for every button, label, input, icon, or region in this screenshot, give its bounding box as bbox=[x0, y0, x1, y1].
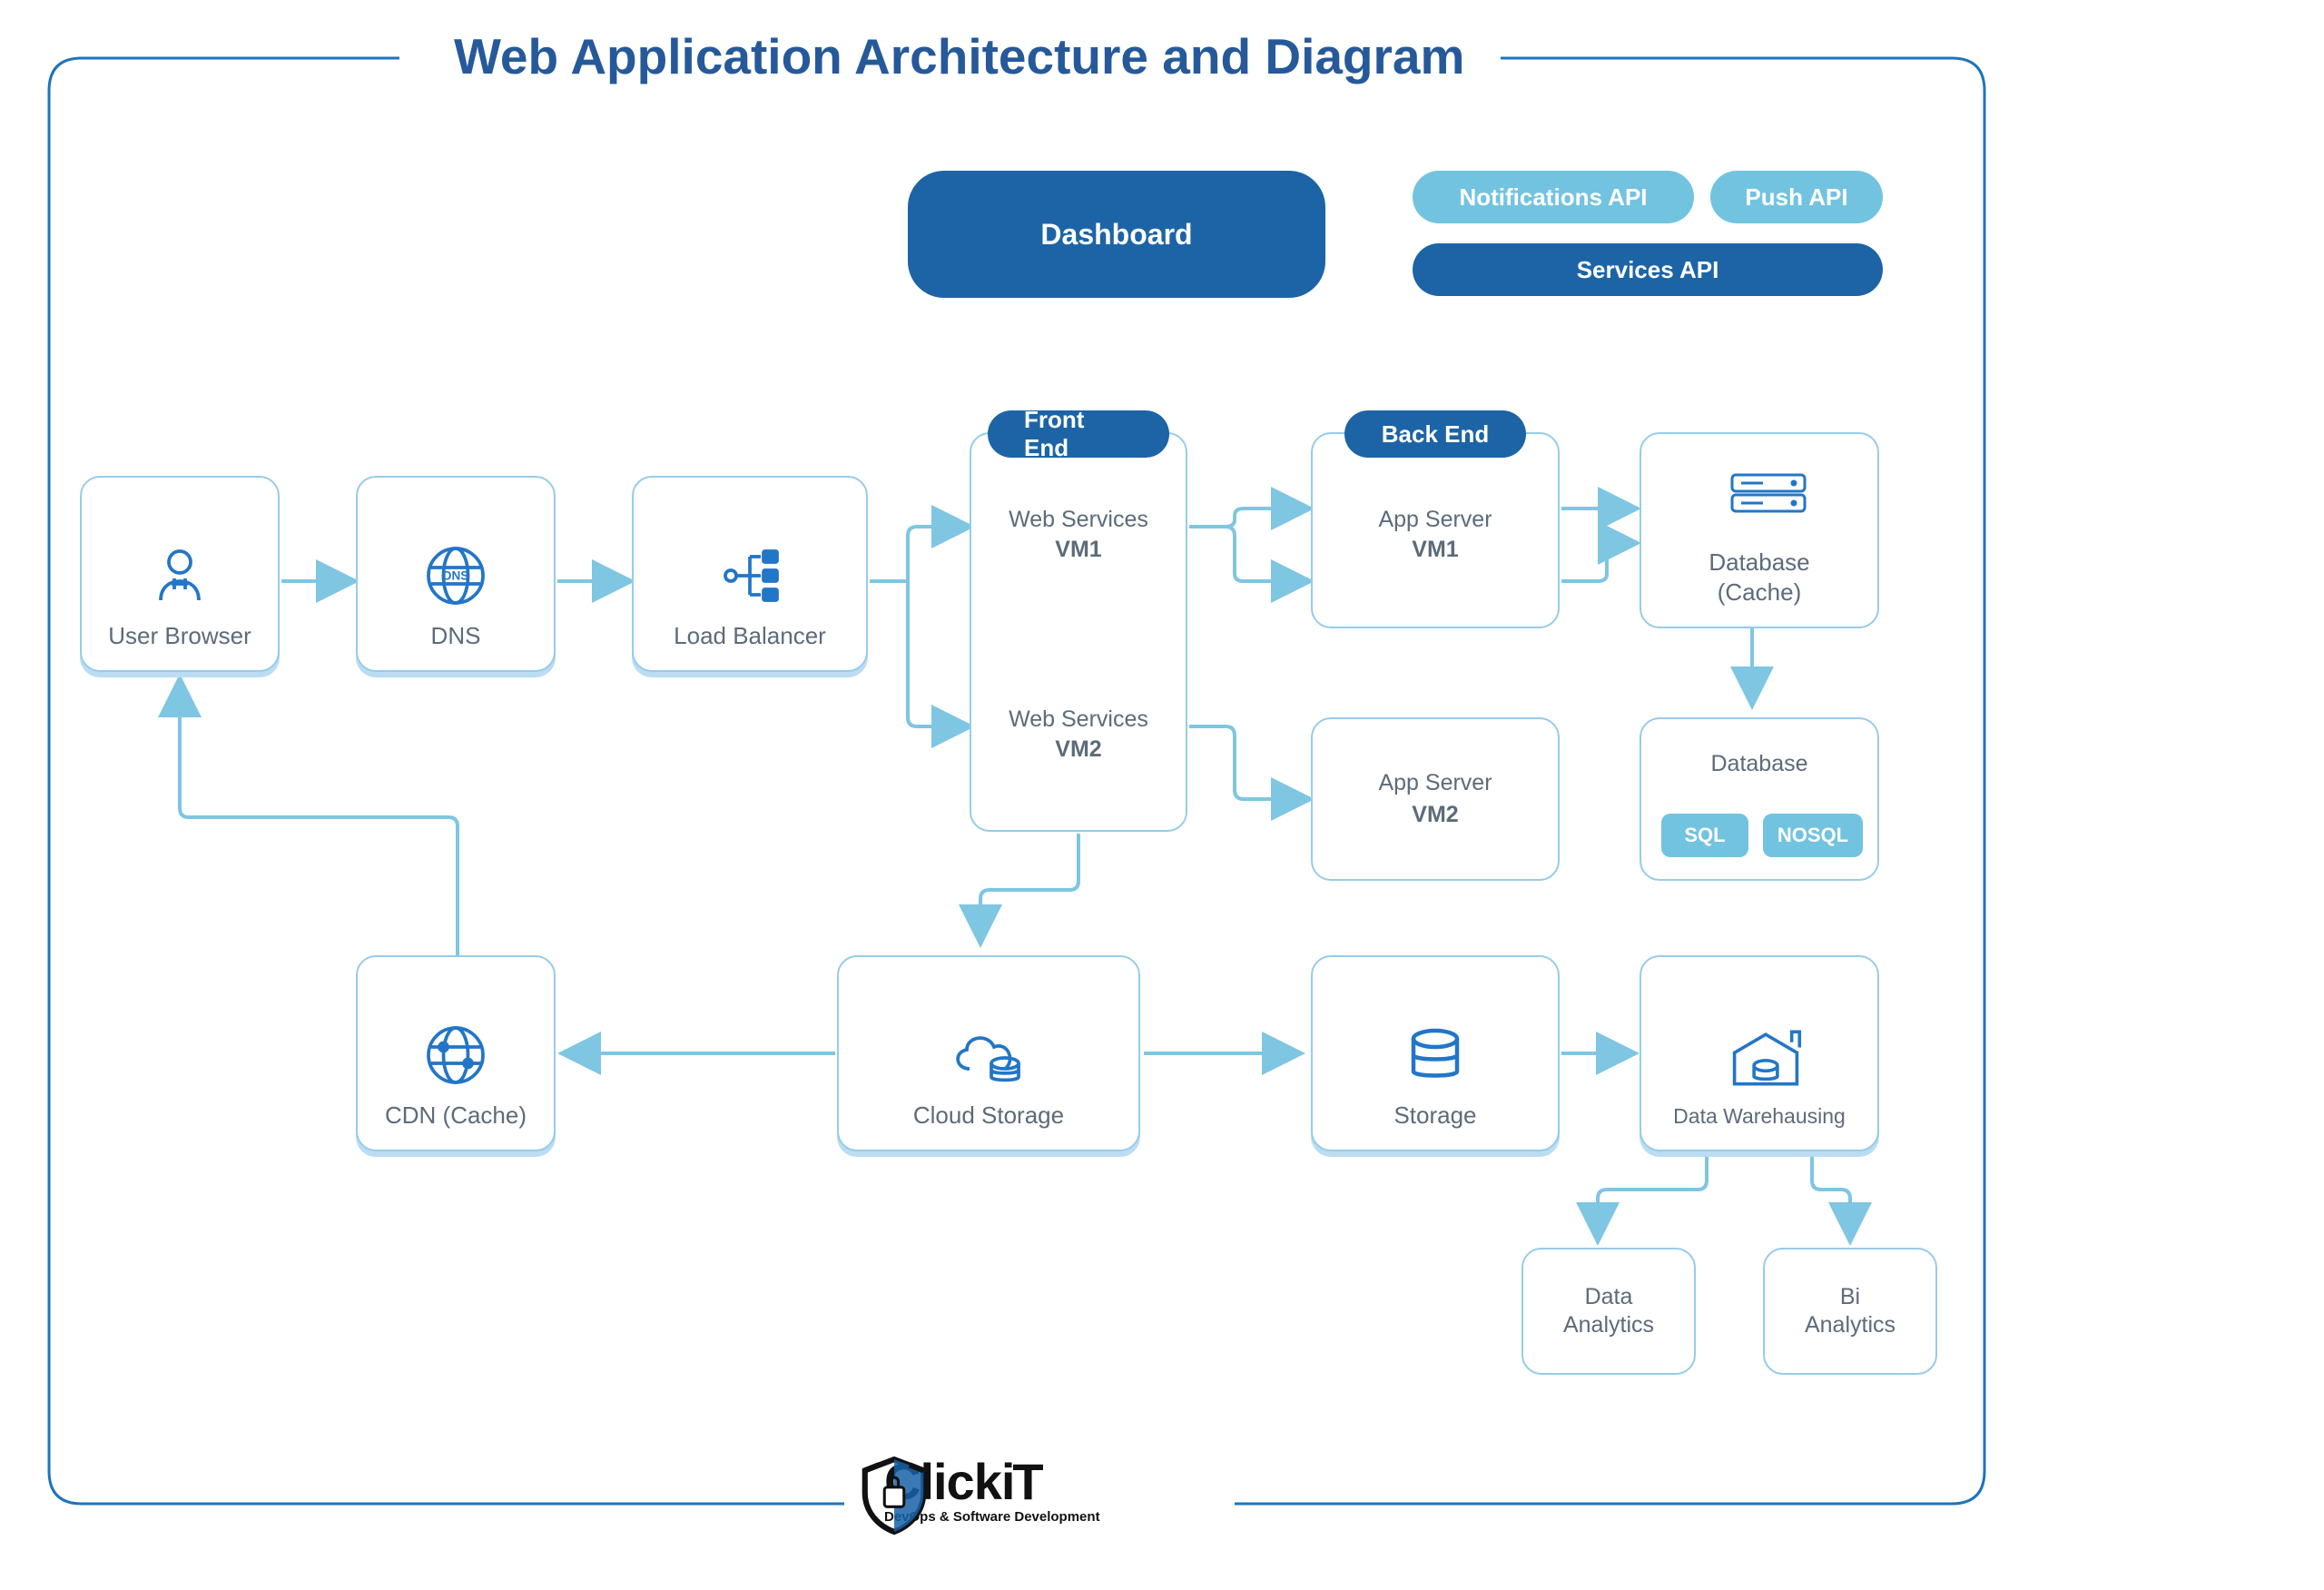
load-balancer-icon bbox=[717, 543, 783, 608]
push-api-pill: Push API bbox=[1710, 171, 1883, 223]
database-label: Database bbox=[1710, 750, 1807, 778]
cloud-storage-node: Cloud Storage bbox=[837, 955, 1140, 1151]
dns-node: DNS DNS bbox=[356, 476, 556, 672]
lb-label: Load Balancer bbox=[674, 621, 826, 651]
storage-label: Storage bbox=[1393, 1101, 1476, 1131]
dw-node: Data Warehausing bbox=[1640, 955, 1879, 1151]
as-vm1: App Server VM1 bbox=[1313, 507, 1558, 563]
ws-vm1-l1: Web Services bbox=[971, 507, 1186, 533]
ws-vm1-l2: VM1 bbox=[971, 537, 1186, 563]
ws-vm2-l1: Web Services bbox=[971, 706, 1186, 733]
user-browser-node: User Browser bbox=[80, 476, 280, 672]
dns-label: DNS bbox=[431, 621, 481, 651]
db-cache-l2: (Cache) bbox=[1718, 578, 1801, 607]
nosql-chip: NOSQL bbox=[1763, 814, 1863, 857]
ws-vm2: Web Services VM2 bbox=[971, 706, 1186, 763]
as-vm1-l1: App Server bbox=[1313, 507, 1558, 533]
services-api-pill: Services API bbox=[1413, 243, 1883, 296]
clickit-shield-icon bbox=[859, 1457, 930, 1535]
diagram-title: Web Application Architecture and Diagram bbox=[418, 27, 1501, 85]
cdn-label: CDN (Cache) bbox=[385, 1101, 527, 1131]
user-browser-label: User Browser bbox=[108, 621, 251, 651]
as-vm2-l1: App Server bbox=[1378, 769, 1492, 797]
sql-chip: SQL bbox=[1661, 814, 1748, 857]
db-cache-l1: Database bbox=[1709, 548, 1809, 578]
globe-cdn-icon bbox=[423, 1022, 488, 1088]
as-vm2-l2: VM2 bbox=[1412, 801, 1458, 829]
clickit-logo: ClickiT DevOps & Software Development bbox=[859, 1457, 1126, 1525]
globe-dns-icon: DNS bbox=[423, 543, 488, 608]
frontend-section-label: Front End bbox=[988, 410, 1169, 458]
cloud-db-icon bbox=[943, 1022, 1034, 1088]
data-analytics-node: Data Analytics bbox=[1521, 1248, 1696, 1375]
bi-analytics-node: Bi Analytics bbox=[1763, 1248, 1937, 1375]
frontend-container: Front End Web Services VM1 Web Services … bbox=[970, 432, 1187, 832]
ws-vm1: Web Services VM1 bbox=[971, 507, 1186, 563]
user-icon bbox=[147, 543, 212, 608]
storage-node: Storage bbox=[1311, 955, 1560, 1151]
app-server-vm2: App Server VM2 bbox=[1311, 717, 1560, 881]
backend-container: Back End App Server VM1 bbox=[1311, 432, 1560, 628]
backend-section-label: Back End bbox=[1344, 410, 1526, 458]
as-vm1-l2: VM1 bbox=[1313, 537, 1558, 563]
storage-icon bbox=[1403, 1022, 1468, 1088]
db-cache-icon bbox=[1727, 469, 1792, 535]
dw-label: Data Warehausing bbox=[1673, 1103, 1846, 1130]
notifications-api-pill: Notifications API bbox=[1413, 171, 1694, 223]
cdn-node: CDN (Cache) bbox=[356, 955, 556, 1151]
load-balancer-node: Load Balancer bbox=[632, 476, 868, 672]
warehouse-icon bbox=[1727, 1025, 1792, 1091]
cloud-storage-label: Cloud Storage bbox=[913, 1101, 1064, 1131]
svg-text:DNS: DNS bbox=[443, 568, 469, 582]
db-cache-node: Database (Cache) bbox=[1640, 432, 1879, 628]
ws-vm2-l2: VM2 bbox=[971, 736, 1186, 763]
dashboard-pill: Dashboard bbox=[908, 171, 1325, 298]
